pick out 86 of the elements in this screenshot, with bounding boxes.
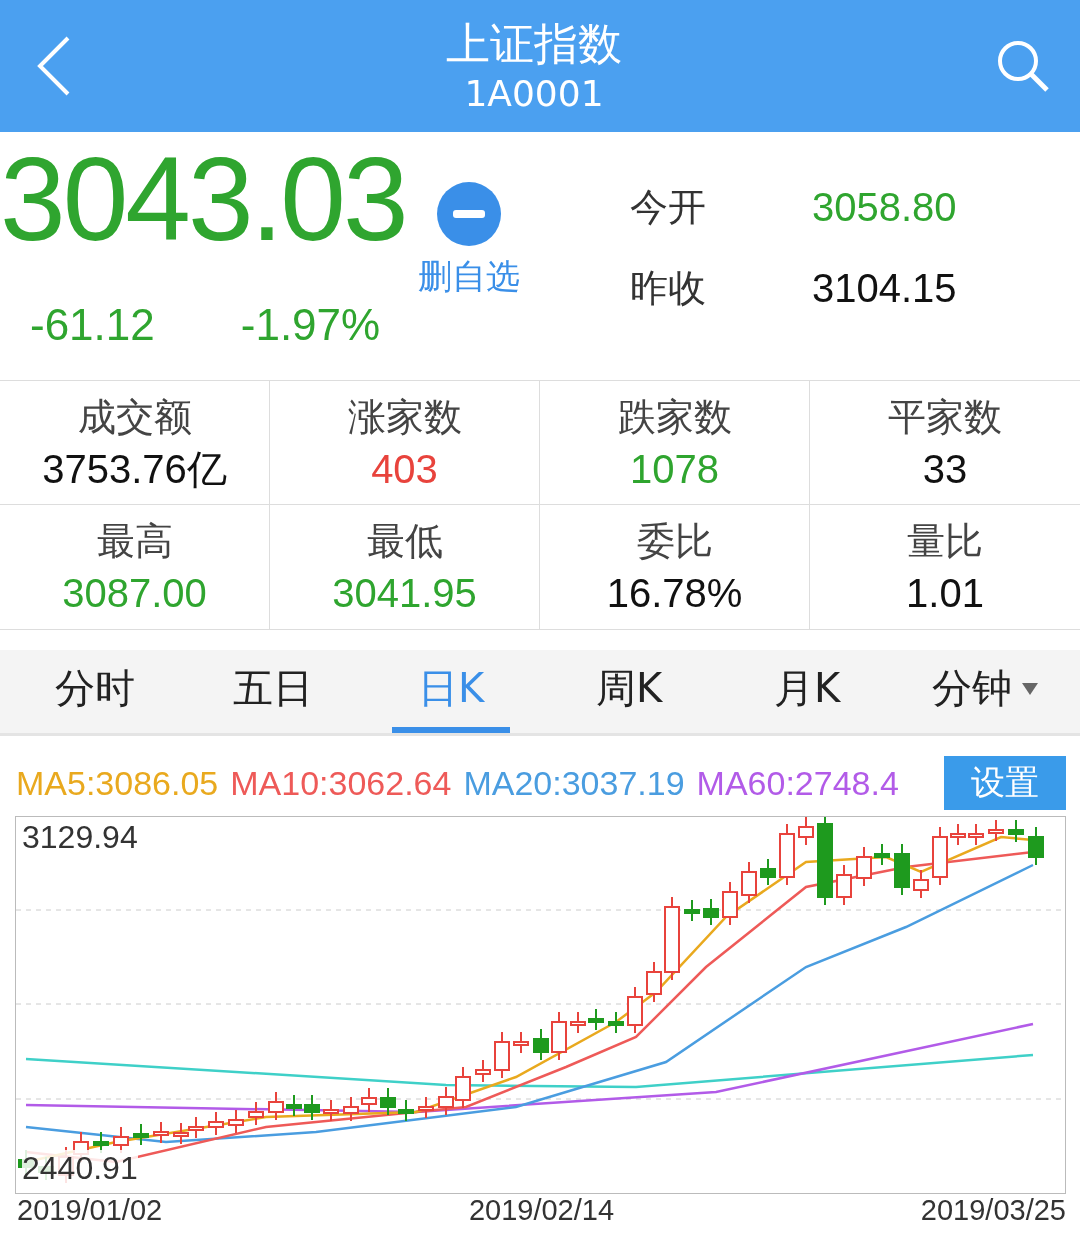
candlestick [798, 817, 814, 846]
stock-title: 上证指数 [446, 17, 622, 71]
candlestick [188, 1116, 204, 1139]
quote-label: 今开 [629, 184, 707, 231]
date-label: 2019/03/25 [920, 1194, 1066, 1227]
ma-indicator: MA10:3062.64 [230, 763, 452, 803]
stat-value: 403 [371, 445, 438, 493]
quote-label: 昨收 [629, 265, 707, 312]
candlestick [398, 1099, 414, 1122]
stat-label: 跌家数 [617, 393, 732, 441]
candlestick [741, 861, 757, 904]
candlestick [988, 819, 1004, 842]
candlestick [494, 1031, 510, 1079]
candlestick [286, 1094, 302, 1117]
stat-label: 最高 [96, 518, 173, 565]
stat-value: 1.01 [906, 570, 984, 617]
candlestick [684, 899, 700, 922]
candlestick [418, 1096, 434, 1119]
candlestick [779, 823, 795, 886]
candlestick [588, 1008, 604, 1031]
stat-value: 16.78% [606, 570, 743, 617]
stat-value: 3753.76亿 [42, 445, 227, 493]
price-change: -61.12 [30, 300, 155, 350]
candlestick [894, 843, 910, 896]
date-label: 2019/01/02 [17, 1194, 163, 1227]
stat-label: 成交额 [77, 393, 192, 441]
candlestick [133, 1123, 149, 1146]
back-icon[interactable] [36, 36, 72, 96]
candlestick [950, 823, 966, 846]
candlestick [248, 1101, 264, 1126]
caret-icon [1022, 682, 1038, 695]
quote-value: 3104.15 [812, 266, 957, 311]
candlestick [513, 1031, 529, 1054]
stat-label: 最低 [366, 518, 443, 565]
candlestick [304, 1094, 320, 1121]
candlestick [627, 986, 643, 1034]
period-tab[interactable]: 分钟 [926, 650, 1044, 733]
stat-label: 平家数 [888, 393, 1002, 441]
candlestick [208, 1111, 224, 1136]
candlestick [323, 1099, 339, 1122]
stat-value: 1078 [630, 445, 719, 493]
candlestick [475, 1059, 491, 1083]
candlestick [1028, 826, 1044, 866]
stat-value: 33 [922, 445, 968, 493]
candlestick [551, 1011, 567, 1061]
stat-label: 量比 [907, 518, 983, 565]
axis-max-label: 3129.94 [22, 819, 138, 856]
period-tab[interactable]: 周K [570, 650, 688, 733]
candlestick [173, 1122, 189, 1145]
remove-icon[interactable] [436, 182, 501, 246]
candlestick [1008, 819, 1024, 843]
candlestick [533, 1028, 549, 1061]
candlestick [268, 1091, 284, 1121]
stock-code: 1A0001 [464, 72, 604, 116]
candlestick [760, 858, 776, 886]
search-icon[interactable] [996, 39, 1050, 93]
candlestick [570, 1011, 586, 1034]
candlestick [608, 1011, 624, 1034]
candlestick [153, 1121, 169, 1144]
candlestick [722, 881, 738, 926]
candlestick [856, 846, 872, 887]
stat-label: 涨家数 [347, 393, 462, 441]
candlestick [968, 823, 984, 846]
stat-value: 3087.00 [62, 570, 207, 617]
candlestick [703, 898, 719, 926]
index-price: 3043.03 [0, 132, 406, 267]
candlestick [836, 864, 852, 906]
candlestick [874, 843, 890, 866]
candlestick [646, 961, 662, 1003]
percent-change: -1.97% [240, 300, 381, 350]
date-label: 2019/02/14 [468, 1194, 615, 1227]
quote-value: 3058.80 [812, 185, 957, 230]
ma-indicator: MA20:3037.19 [463, 763, 685, 803]
period-tab[interactable]: 月K [748, 650, 866, 733]
stat-label: 委比 [636, 518, 713, 565]
candlestick [380, 1087, 396, 1116]
candlestick [228, 1109, 244, 1134]
ma-indicator: MA5:3086.05 [16, 763, 219, 803]
period-tab[interactable]: 分时 [36, 650, 154, 733]
candlestick [913, 869, 929, 899]
period-tab[interactable]: 五日 [214, 650, 332, 733]
candlestick [343, 1096, 359, 1122]
ma-indicator: MA60:2748.4 [696, 763, 899, 803]
candlestick [932, 826, 948, 886]
stat-value: 3041.95 [332, 570, 477, 617]
candlestick [361, 1087, 377, 1113]
